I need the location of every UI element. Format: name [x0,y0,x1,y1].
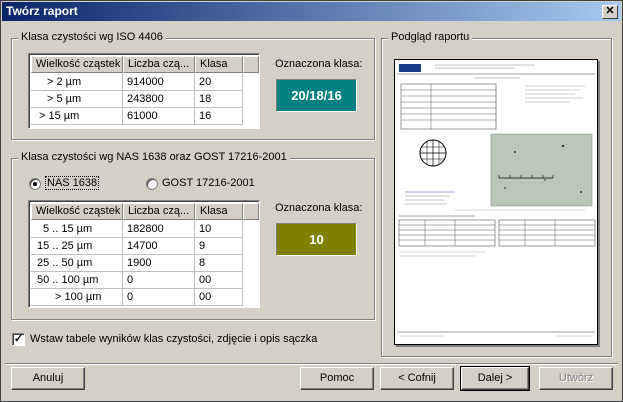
iso-result-badge: 20/18/16 [276,79,357,112]
table-cell: 61000 [123,108,195,125]
table-cell: 0 [123,289,195,306]
iso-result-label: Oznaczona klasa: [275,58,363,70]
table-cell: 16 [195,108,243,125]
preview-logo: 6bT [405,65,420,74]
table-row[interactable]: 50 .. 100 µm 0 00 [31,272,243,289]
table-cell: 0 [123,272,195,289]
table-cell: 9 [195,238,243,255]
include-tables-label[interactable]: Wstaw tabele wyników klas czystości, zdj… [30,333,317,345]
table-cell: > 2 µm [31,74,123,91]
radio-nas[interactable] [29,178,41,190]
dialog-window: Twórz raport ✕ Klasa czystości wg ISO 44… [0,0,623,402]
table-cell: 20 [195,74,243,91]
table-cell: 8 [195,255,243,272]
table-row[interactable]: > 5 µm 243800 18 [31,91,243,108]
nas-group-title: Klasa czystości wg NAS 1638 oraz GOST 17… [18,151,290,163]
nas-result-label: Oznaczona klasa: [275,202,363,214]
iso-col-class[interactable]: Klasa [195,56,243,73]
table-cell: 243800 [123,91,195,108]
nas-col-size[interactable]: Wielkość cząstek [31,203,123,220]
table-row[interactable]: > 100 µm 0 00 [31,289,243,306]
button-separator [5,363,618,365]
iso-group-title: Klasa czystości wg ISO 4406 [18,31,166,43]
help-button[interactable]: Pomoc [300,367,374,390]
iso-table-header: Wielkość cząstek Liczba czą... Klasa [31,56,259,73]
table-cell: 914000 [123,74,195,91]
title-bar[interactable]: Twórz raport ✕ [2,2,621,21]
iso-col-count[interactable]: Liczba czą... [123,56,195,73]
nas-col-count[interactable]: Liczba czą... [123,203,195,220]
table-cell: > 100 µm [31,289,123,306]
table-row[interactable]: 25 .. 50 µm 1900 8 [31,255,243,272]
create-button[interactable]: Utwórz [539,367,613,390]
table-row[interactable]: 5 .. 15 µm 182800 10 [31,221,243,238]
report-preview: 6bT [394,59,598,345]
nas-result-badge: 10 [276,223,357,256]
table-cell: 18 [195,91,243,108]
table-cell: 10 [195,221,243,238]
nas-col-class[interactable]: Klasa [195,203,243,220]
iso-col-size[interactable]: Wielkość cząstek [31,56,123,73]
iso-table[interactable]: Wielkość cząstek Liczba czą... Klasa > 2… [28,53,260,129]
table-cell: 25 .. 50 µm [31,255,123,272]
table-cell: > 15 µm [31,108,123,125]
table-row[interactable]: > 15 µm 61000 16 [31,108,243,125]
close-button[interactable]: ✕ [602,5,618,19]
window-title: Twórz raport [6,4,78,18]
radio-gost[interactable] [146,178,158,190]
nas-table-header: Wielkość cząstek Liczba czą... Klasa [31,203,259,220]
back-button[interactable]: < Cofnij [380,367,454,390]
table-cell: 1900 [123,255,195,272]
nas-table[interactable]: Wielkość cząstek Liczba czą... Klasa 5 .… [28,200,260,308]
table-cell: > 5 µm [31,91,123,108]
close-icon: ✕ [605,5,615,17]
checkmark-icon: ✓ [13,333,24,345]
table-cell: 00 [195,272,243,289]
table-row[interactable]: > 2 µm 914000 20 [31,74,243,91]
table-cell: 50 .. 100 µm [31,272,123,289]
table-cell: 15 .. 25 µm [31,238,123,255]
iso-col-filler [243,56,259,73]
table-cell: 00 [195,289,243,306]
next-button[interactable]: Dalej > [460,366,530,391]
nas-col-filler [243,203,259,220]
table-cell: 14700 [123,238,195,255]
table-cell: 182800 [123,221,195,238]
include-tables-checkbox[interactable]: ✓ [12,333,25,346]
report-thumbnail: 6bT [397,64,596,337]
preview-group-title: Podgląd raportu [388,31,473,43]
table-row[interactable]: 15 .. 25 µm 14700 9 [31,238,243,255]
radio-nas-label[interactable]: NAS 1638 [44,176,100,190]
radio-gost-label[interactable]: GOST 17216-2001 [162,177,255,189]
cancel-button[interactable]: Anuluj [11,367,85,390]
table-cell: 5 .. 15 µm [31,221,123,238]
